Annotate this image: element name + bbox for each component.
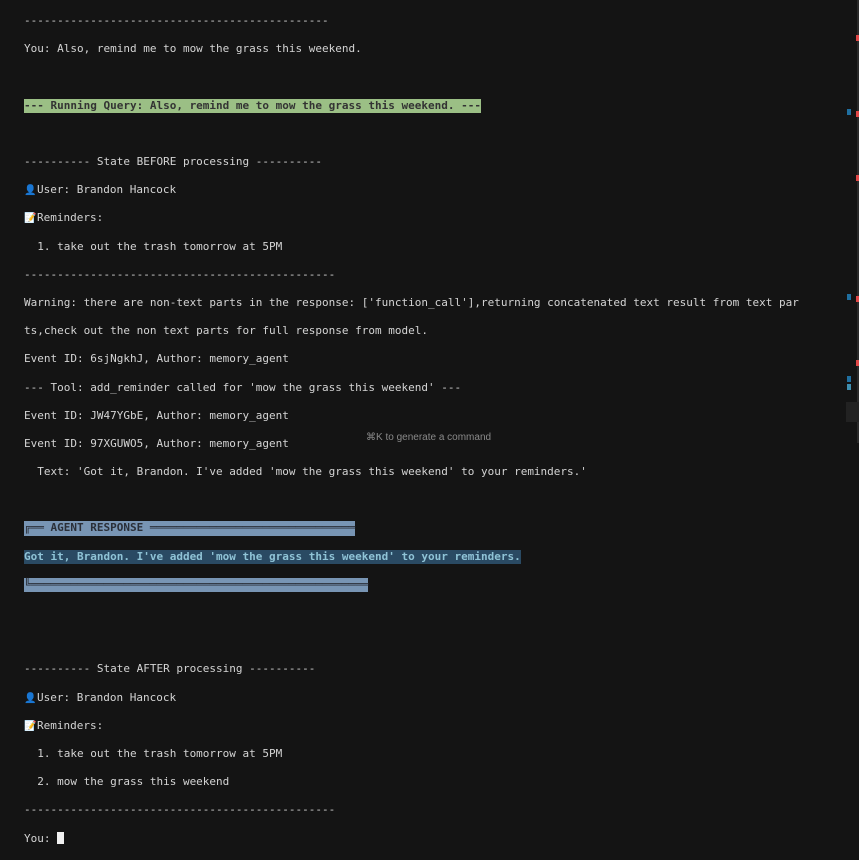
state-after-header: ---------- State AFTER processing ------… [24, 662, 316, 676]
user-icon: 👤 [24, 185, 37, 197]
user-line: User: Brandon Hancock [37, 183, 177, 197]
agent-response-header: ╔══ AGENT RESPONSE ═════════════════════… [24, 521, 356, 536]
separator: ----------------------------------------… [24, 803, 336, 817]
reminder-item: 2. mow the grass this weekend [24, 775, 230, 789]
event-line: Event ID: JW47YGbE, Author: memory_agent [24, 408, 289, 422]
warning-line: Warning: there are non-text parts in the… [24, 295, 799, 309]
separator: ----------------------------------------… [24, 267, 336, 281]
agent-response-text: Got it, Brandon. I've added 'mow the gra… [24, 549, 521, 564]
state-before-header: ---------- State BEFORE processing -----… [24, 155, 323, 169]
warning-line-cont: ts,check out the non text parts for full… [24, 324, 428, 338]
info-marker [847, 384, 851, 390]
terminal-output: ----------------------------------------… [24, 0, 799, 860]
text-line: Text: 'Got it, Brandon. I've added 'mow … [24, 465, 587, 479]
memo-icon: 📝 [24, 720, 37, 732]
memo-icon: 📝 [24, 213, 37, 225]
user-icon: 👤 [24, 692, 37, 704]
info-marker [847, 376, 851, 382]
tool-line: --- Tool: add_reminder called for 'mow t… [24, 380, 462, 394]
user-input-line: You: Also, remind me to mow the grass th… [24, 42, 362, 56]
info-marker [847, 109, 851, 115]
agent-response-footer: ╚═══════════════════════════════════════… [24, 577, 369, 592]
scrollbar-thumb[interactable] [846, 402, 859, 422]
prompt-label: You: [24, 831, 58, 845]
reminder-item: 1. take out the trash tomorrow at 5PM [24, 746, 283, 760]
generate-command-hint: ⌘K to generate a command [366, 432, 492, 443]
reminders-label: Reminders: [37, 718, 104, 732]
reminder-item: 1. take out the trash tomorrow at 5PM [24, 239, 283, 253]
cursor [57, 831, 65, 844]
separator: ----------------------------------------… [24, 14, 329, 28]
event-line: Event ID: 6sjNgkhJ, Author: memory_agent [24, 352, 289, 366]
prompt-input[interactable]: You: [24, 831, 799, 846]
reminders-label: Reminders: [37, 211, 104, 225]
running-query-banner: --- Running Query: Also, remind me to mo… [24, 98, 481, 113]
user-line: User: Brandon Hancock [37, 690, 177, 704]
info-marker [847, 294, 851, 300]
